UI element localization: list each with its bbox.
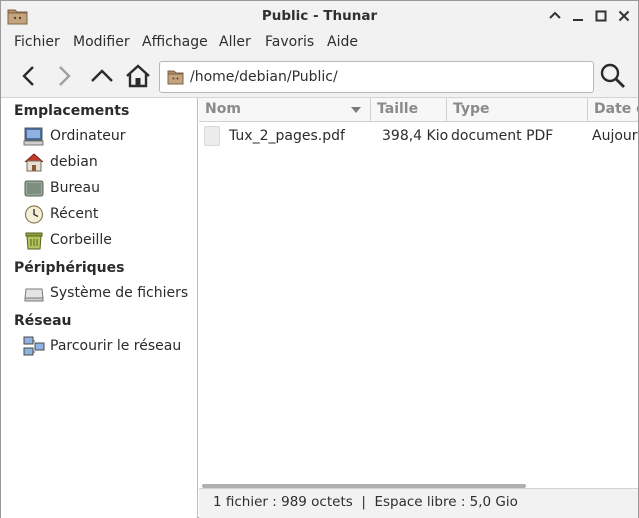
sidebar-item-label: Système de fichiers: [50, 285, 189, 301]
sidebar-item-corbeille[interactable]: Corbeille: [21, 229, 196, 253]
sidebar-item-systeme-de-fichiers[interactable]: Système de fichiers: [21, 282, 196, 306]
column-label: Date de modification: [594, 101, 638, 117]
computer-icon: [23, 127, 44, 146]
section-reseau: Réseau: [14, 313, 72, 329]
desktop-icon: [24, 180, 44, 197]
minimize-icon[interactable]: [569, 7, 587, 25]
sidebar-item-label: Bureau: [50, 180, 100, 196]
menu-affichage[interactable]: Affichage: [142, 34, 208, 50]
sidebar-item-label: Corbeille: [50, 232, 112, 248]
location-bar[interactable]: /home/debian/Public/: [159, 61, 594, 93]
sidebar-item-label: debian: [50, 154, 98, 170]
section-emplacements: Emplacements: [14, 103, 130, 119]
sidebar-item-debian[interactable]: debian: [21, 151, 196, 175]
network-icon: [23, 336, 45, 356]
sidebar-item-label: Parcourir le réseau: [50, 338, 182, 354]
menu-favoris[interactable]: Favoris: [265, 34, 314, 50]
column-header-nom[interactable]: Nom: [199, 98, 371, 122]
sidebar-item-recent[interactable]: Récent: [21, 203, 196, 227]
toolbar: /home/debian/Public/: [1, 54, 638, 98]
window-title: Public - Thunar: [261, 8, 378, 24]
menu-bar: Fichier Modifier Affichage Aller Favoris…: [1, 31, 638, 54]
home-folder-icon: [24, 153, 44, 172]
sidebar: Emplacements Ordinateur debian Bureau Ré…: [1, 98, 198, 518]
home-button[interactable]: [125, 62, 151, 90]
title-bar: Public - Thunar: [1, 1, 638, 31]
folder-icon: [167, 70, 184, 85]
forward-button[interactable]: [51, 62, 77, 90]
close-icon[interactable]: [615, 7, 633, 25]
sort-descending-icon: [351, 107, 361, 113]
menu-modifier[interactable]: Modifier: [73, 34, 130, 50]
file-name: Tux_2_pages.pdf: [229, 128, 345, 144]
sidebar-item-ordinateur[interactable]: Ordinateur: [21, 125, 196, 149]
thunar-window: Public - Thunar Fichier Modifier Afficha…: [0, 0, 639, 518]
restore-icon[interactable]: [592, 7, 610, 25]
drive-icon: [24, 288, 44, 302]
column-label: Type: [453, 101, 490, 117]
status-text: 1 fichier : 989 octets | Espace libre : …: [213, 494, 518, 510]
clock-icon: [24, 205, 44, 224]
up-button[interactable]: [89, 62, 115, 90]
status-bar: 1 fichier : 989 octets | Espace libre : …: [199, 488, 638, 518]
section-peripheriques: Périphériques: [14, 260, 125, 276]
column-header-type[interactable]: Type: [447, 98, 588, 122]
table-row[interactable]: Tux_2_pages.pdf 398,4 Kio document PDF A…: [199, 124, 638, 148]
sidebar-item-label: Ordinateur: [50, 128, 126, 144]
maximize-icon[interactable]: [546, 7, 564, 25]
trash-icon: [25, 232, 43, 250]
file-type: document PDF: [451, 128, 554, 144]
menu-fichier[interactable]: Fichier: [14, 34, 60, 50]
pdf-file-icon: [204, 126, 220, 146]
file-size: 398,4 Kio: [382, 128, 449, 144]
menu-aide[interactable]: Aide: [327, 34, 358, 50]
sidebar-item-bureau[interactable]: Bureau: [21, 177, 196, 201]
file-list: Nom Taille Type Date de modification Tux…: [199, 98, 638, 486]
back-button[interactable]: [16, 62, 42, 90]
search-button[interactable]: [599, 62, 627, 90]
menu-aller[interactable]: Aller: [219, 34, 251, 50]
column-header-date[interactable]: Date de modification: [588, 98, 638, 122]
column-header-taille[interactable]: Taille: [371, 98, 447, 122]
column-label: Nom: [205, 101, 241, 117]
sidebar-item-parcourir-le-reseau[interactable]: Parcourir le réseau: [21, 335, 196, 359]
file-date: Aujourd'hui: [592, 128, 638, 144]
column-label: Taille: [377, 101, 419, 117]
location-path[interactable]: /home/debian/Public/: [190, 69, 338, 85]
sidebar-item-label: Récent: [50, 206, 99, 222]
